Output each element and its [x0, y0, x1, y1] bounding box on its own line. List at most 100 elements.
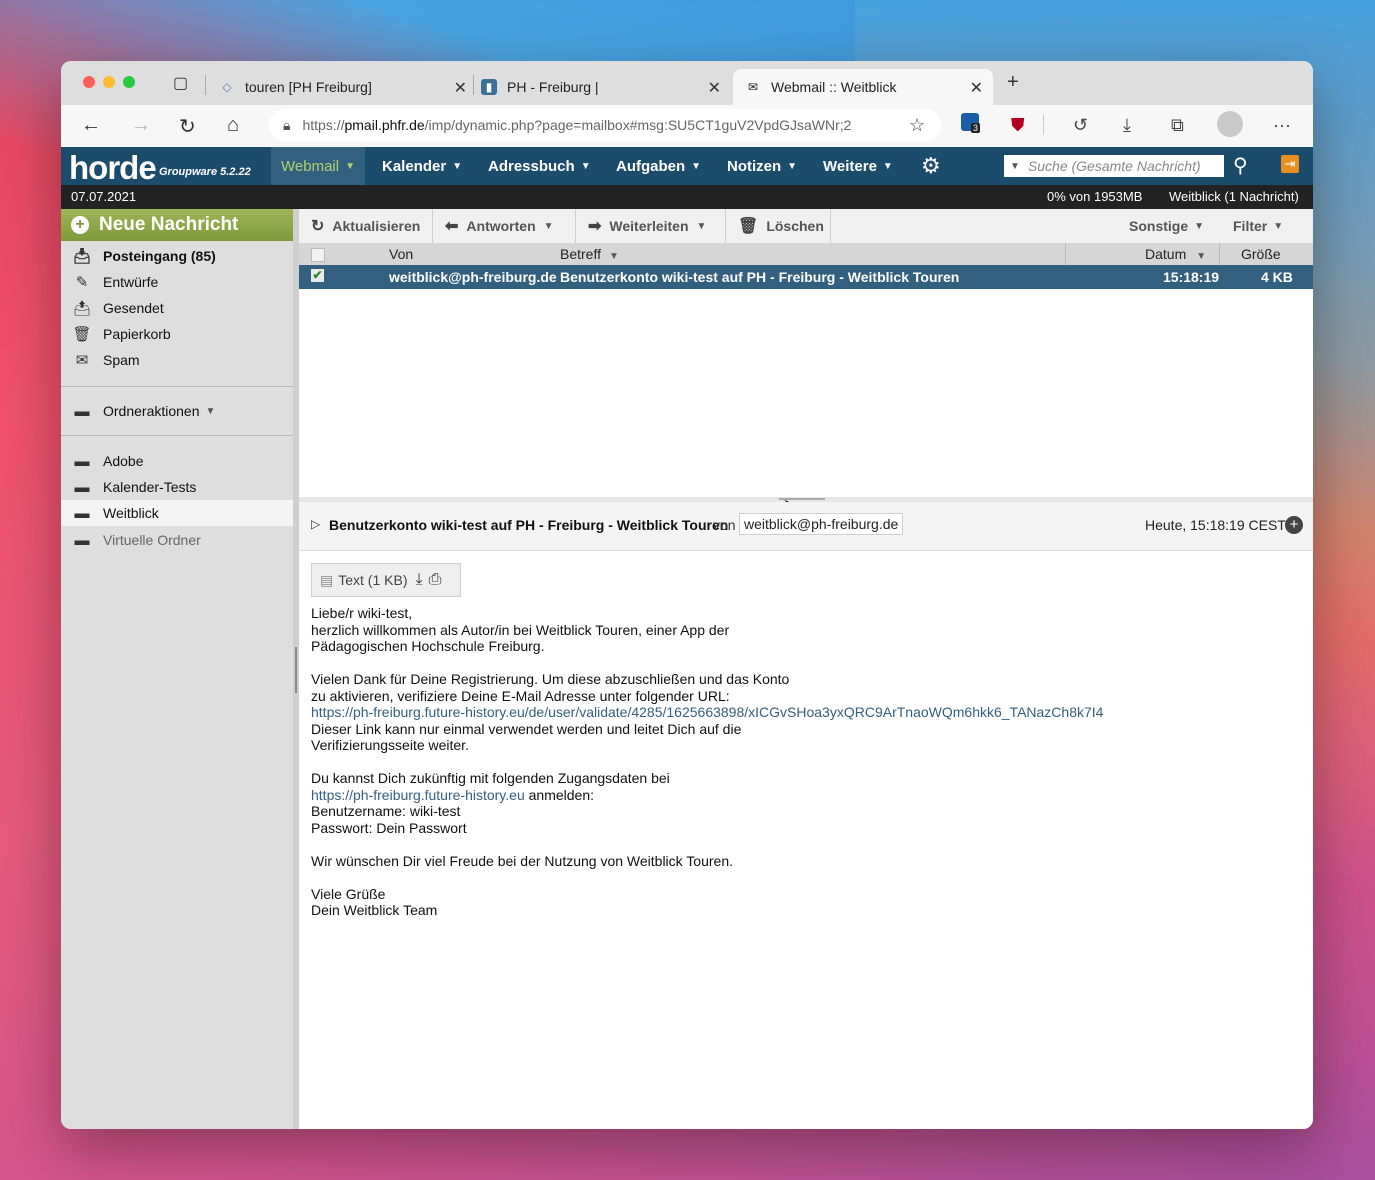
horde-logo[interactable]: horde [69, 149, 157, 187]
reload-icon[interactable]: ↻ [179, 114, 196, 139]
logout-icon[interactable]: ⇥ [1281, 155, 1299, 173]
tab-ph-freiburg[interactable]: ▮ PH - Freiburg | ✕ [481, 69, 731, 105]
sidebar-item-papierkorb[interactable]: 🗑︎ Papierkorb [61, 321, 293, 347]
back-icon[interactable]: ← [81, 114, 101, 137]
sender-address[interactable]: weitblick@ph-freiburg.de [739, 513, 904, 535]
close-tab-icon[interactable]: ✕ [708, 78, 721, 98]
body-line: Vielen Dank für Deine Registrierung. Um … [311, 671, 790, 687]
forward-button[interactable]: ➡ Weiterleiten ▼ [576, 209, 726, 243]
collections-icon[interactable]: ⧉ [1171, 115, 1184, 136]
other-label: Sonstige [1129, 218, 1189, 234]
tab-webmail[interactable]: ✉ Webmail :: Weitblick ✕ [733, 69, 993, 105]
select-all-checkbox[interactable] [311, 248, 325, 262]
column-subject[interactable]: Betreff ▼ [560, 246, 619, 262]
search-icon[interactable]: ⚲ [1233, 153, 1248, 178]
sidebar-item-gesendet[interactable]: 📤︎ Gesendet [61, 295, 293, 321]
maximize-window-button[interactable] [123, 76, 135, 88]
sidebar-resize-handle[interactable] [295, 647, 297, 693]
delete-label: Löschen [766, 218, 824, 234]
caret-down-icon: ▼ [205, 405, 216, 417]
from-label: von [713, 517, 736, 533]
profile-avatar[interactable] [1217, 111, 1243, 137]
column-from[interactable]: Von [389, 246, 413, 262]
menu-label: Aufgaben [616, 157, 686, 175]
sidebar-item-label: Entwürfe [103, 274, 159, 290]
more-menu-icon[interactable]: ··· [1273, 115, 1291, 136]
caret-down-icon: ▼ [691, 160, 702, 172]
folder-actions-menu[interactable]: ▬ Ordneraktionen ▼ [61, 398, 293, 424]
row-subject: Benutzerkonto wiki-test auf PH - Freibur… [560, 269, 960, 285]
menu-kalender[interactable]: Kalender ▼ [382, 147, 462, 185]
message-date: Heute, 15:18:19 CEST [1145, 517, 1286, 533]
other-menu[interactable]: Sonstige ▼ [1129, 209, 1204, 243]
folder-icon: ▬ [74, 402, 90, 420]
menu-aufgaben[interactable]: Aufgaben ▼ [616, 147, 701, 185]
row-checkbox[interactable]: ✔ [311, 269, 324, 282]
sidebar-item-spam[interactable]: ✉ Spam [61, 347, 293, 373]
main-pane: ↻ Aktualisieren ⬅ Antworten ▼ ➡ Weiterle… [299, 209, 1313, 1129]
expand-header-icon[interactable]: ▷ [311, 517, 320, 531]
search-scope-dropdown-icon[interactable]: ▼ [1010, 161, 1020, 172]
print-icon[interactable]: ⎙ [429, 571, 442, 589]
caret-down-icon: ▼ [452, 160, 463, 172]
close-tab-icon[interactable]: ✕ [454, 78, 467, 98]
extension-badge: 3 [971, 123, 981, 133]
forward-icon[interactable]: → [131, 114, 151, 137]
minimize-window-button[interactable] [103, 76, 115, 88]
favorite-star-icon[interactable]: ☆ [909, 115, 925, 136]
sidebar-item-weitblick[interactable]: ▬ Weitblick [61, 500, 293, 526]
forward-label: Weiterleiten [609, 218, 689, 234]
delete-button[interactable]: 🗑︎ Löschen [726, 209, 831, 243]
document-icon: ▤ [320, 571, 334, 588]
attachment-label: Text (1 KB) [338, 572, 408, 588]
download-icon[interactable]: ⤓ [415, 571, 422, 589]
caret-down-icon: ▼ [882, 160, 893, 172]
site-link[interactable]: https://ph-freiburg.future-history.eu [311, 787, 525, 803]
download-icon[interactable]: ⤓ [1123, 115, 1131, 136]
column-size[interactable]: Größe [1241, 246, 1281, 262]
menu-label: Notizen [727, 157, 782, 175]
new-message-button[interactable]: + Neue Nachricht [61, 209, 293, 241]
new-tab-icon[interactable]: + [1007, 71, 1019, 94]
close-window-button[interactable] [83, 76, 95, 88]
search-input[interactable]: ▼ Suche (Gesamte Nachricht) [1004, 155, 1224, 177]
sidebar-item-kalender-tests[interactable]: ▬ Kalender-Tests [61, 474, 293, 500]
plus-circle-icon[interactable]: + [1285, 516, 1303, 534]
body-line: Dein Weitblick Team [311, 902, 438, 918]
caret-down-icon: ▼ [345, 160, 355, 172]
column-date[interactable]: Datum ▼ [1145, 246, 1206, 262]
sidebar-item-label: Posteingang (85) [103, 248, 216, 264]
sidebar-item-label: Weitblick [103, 505, 159, 521]
ph-logo-icon: ▮ [481, 79, 497, 95]
menu-webmail[interactable]: Webmail ▼ [271, 147, 365, 185]
url-field[interactable]: 🔒︎ https://pmail.phfr.de/imp/dynamic.php… [269, 109, 941, 141]
drafts-icon: ✎ [75, 274, 89, 291]
sent-icon: 📤︎ [72, 300, 92, 317]
menu-notizen[interactable]: Notizen ▼ [727, 147, 797, 185]
virtual-folder-icon: ▬ [74, 531, 90, 549]
sidebar-item-virtuelle-ordner[interactable]: ▬ Virtuelle Ordner [61, 527, 293, 553]
history-icon[interactable]: ↺ [1073, 115, 1088, 136]
reply-button[interactable]: ⬅ Antworten ▼ [433, 209, 576, 243]
ublock-shield-icon[interactable]: ⛊ [1011, 115, 1025, 136]
caret-down-icon: ▼ [787, 160, 798, 172]
tab-label: Webmail :: Weitblick [771, 79, 897, 95]
table-row[interactable]: ✔ weitblick@ph-freiburg.de Benutzerkonto… [299, 265, 1313, 289]
gear-icon[interactable]: ⚙ [921, 153, 941, 179]
sidebar-item-adobe[interactable]: ▬ Adobe [61, 448, 293, 474]
sidebar-item-entwuerfe[interactable]: ✎ Entwürfe [61, 269, 293, 295]
filter-menu[interactable]: Filter ▼ [1233, 209, 1283, 243]
home-icon[interactable]: ⌂ [227, 114, 239, 137]
tab-touren[interactable]: ◇ touren [PH Freiburg] ✕ [219, 69, 477, 105]
sidebar-item-posteingang[interactable]: 📥︎ Posteingang (85) [61, 243, 293, 269]
tab-overview-icon[interactable]: ▢ [173, 73, 188, 93]
close-tab-icon[interactable]: ✕ [970, 78, 983, 98]
extension-icon[interactable]: 3 [961, 113, 981, 136]
menu-weitere[interactable]: Weitere ▼ [823, 147, 893, 185]
menu-adressbuch[interactable]: Adressbuch ▼ [488, 147, 591, 185]
refresh-button[interactable]: ↻ Aktualisieren [299, 209, 433, 243]
row-date: 15:18:19 [1163, 269, 1220, 285]
verification-link[interactable]: https://ph-freiburg.future-history.eu/de… [311, 704, 1301, 721]
url-host: pmail.phfr.de [344, 117, 425, 133]
message-list-header: Von Betreff ▼ Datum ▼ Größe [299, 243, 1313, 265]
